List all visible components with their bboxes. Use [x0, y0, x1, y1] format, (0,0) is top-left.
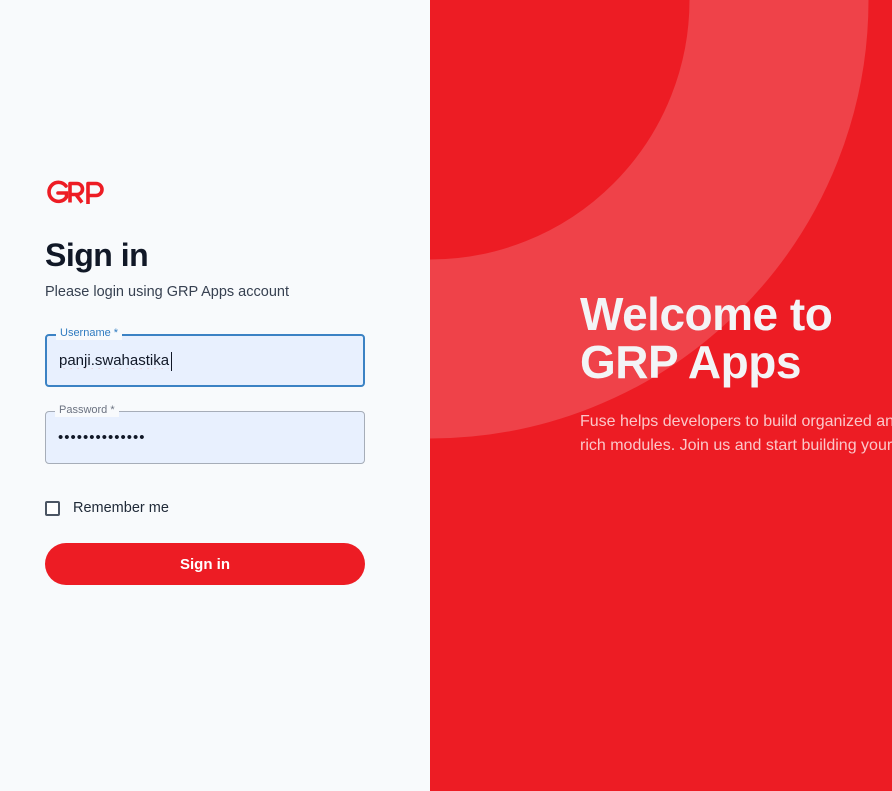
welcome-description-line2: rich modules. Join us and start building…	[580, 437, 892, 454]
signin-button[interactable]: Sign in	[45, 543, 365, 585]
password-field[interactable]: Password *	[45, 403, 365, 464]
remember-me-label[interactable]: Remember me	[73, 500, 169, 516]
grp-logo-icon	[46, 180, 108, 206]
username-field[interactable]: Username *	[45, 326, 365, 387]
text-caret	[171, 352, 172, 371]
welcome-description-line1: Fuse helps developers to build organized…	[580, 413, 892, 430]
remember-me-checkbox[interactable]	[45, 500, 60, 516]
remember-me[interactable]: Remember me	[45, 500, 169, 516]
page-subtitle: Please login using GRP Apps account	[45, 284, 289, 300]
welcome-panel: Welcome to GRP Apps Fuse helps developer…	[430, 0, 892, 791]
welcome-description: Fuse helps developers to build organized…	[580, 410, 892, 458]
welcome-heading-line1: Welcome to	[580, 288, 833, 340]
signin-panel: Sign in Please login using GRP Apps acco…	[0, 0, 430, 791]
welcome-heading-line2: GRP Apps	[580, 336, 801, 388]
password-input[interactable]	[58, 412, 348, 463]
welcome-heading: Welcome to GRP Apps	[580, 288, 833, 388]
page-title: Sign in	[45, 237, 149, 273]
username-input[interactable]	[59, 336, 349, 385]
decorative-ring	[430, 0, 869, 439]
